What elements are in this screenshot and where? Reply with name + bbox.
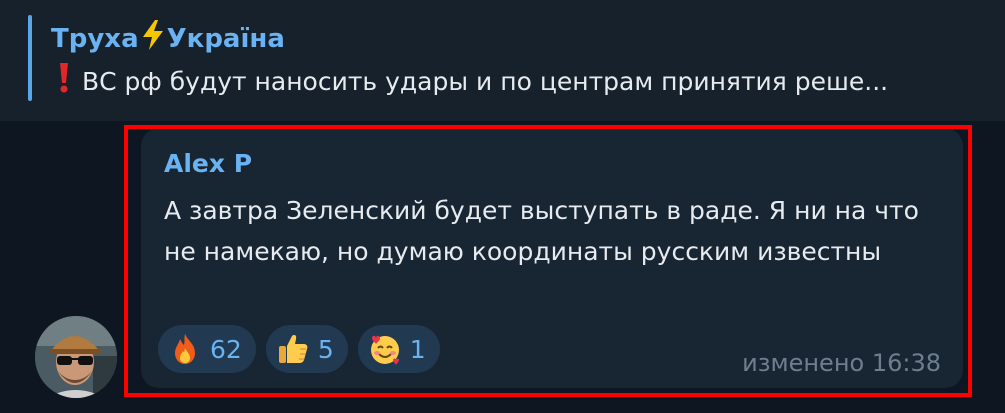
reply-channel-name-part1: Труха [51,23,139,54]
avatar-image [35,316,117,398]
reply-quote-bar [28,15,32,101]
reply-text: ВС рф будут наносить удары и по центрам … [58,63,888,100]
avatar[interactable] [35,316,117,398]
reply-text-content: ВС рф будут наносить удары и по центрам … [82,67,889,96]
reply-channel-name: Труха Україна [51,20,285,57]
exclamation-icon [58,63,70,100]
reply-preview[interactable]: Труха Україна ВС рф будут наносить удары… [0,0,1005,121]
reply-channel-name-part2: Україна [166,23,285,54]
lightning-icon [141,20,165,57]
highlight-frame [124,125,972,397]
